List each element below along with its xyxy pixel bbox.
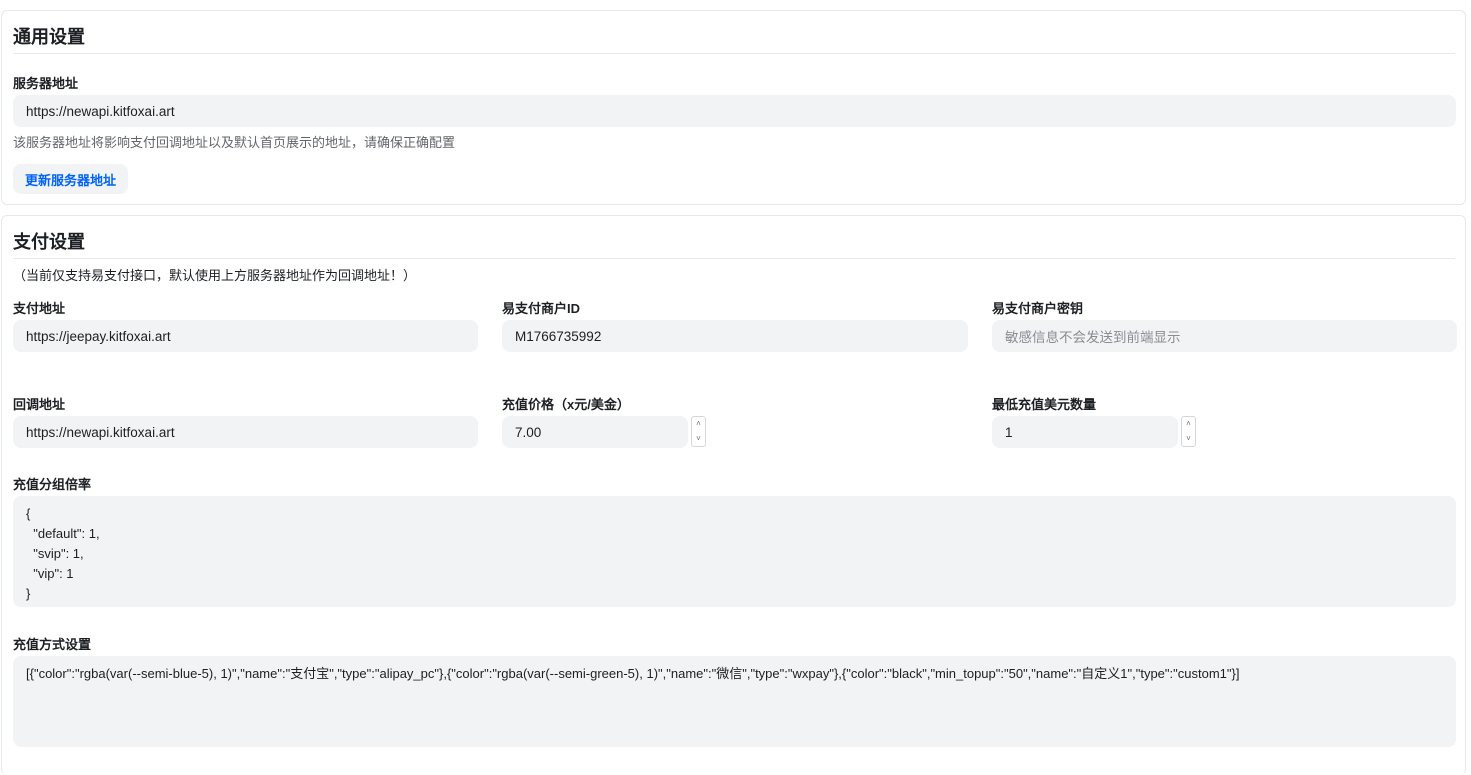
topup-methods-textarea[interactable]: [{"color":"rgba(var(--semi-blue-5), 1)",… <box>13 656 1456 747</box>
general-settings-divider <box>13 53 1455 54</box>
payment-settings-divider <box>13 258 1455 259</box>
payment-settings-title: 支付设置 <box>13 232 85 252</box>
merchant-key-label: 易支付商户密钥 <box>992 301 1084 316</box>
server-address-label: 服务器地址 <box>13 76 79 91</box>
pay-address-input[interactable]: https://jeepay.kitfoxai.art <box>13 320 478 352</box>
update-server-address-button[interactable]: 更新服务器地址 <box>13 164 129 194</box>
payment-note: （当前仅支持易支付接口，默认使用上方服务器地址作为回调地址！） <box>13 268 417 283</box>
topup-price-label: 充值价格（x元/美金） <box>502 397 630 412</box>
topup-methods-label: 充值方式设置 <box>13 637 92 652</box>
min-topup-label: 最低充值美元数量 <box>992 397 1097 412</box>
group-ratio-textarea[interactable]: { "default": 1, "svip": 1, "vip": 1 } <box>13 496 1456 607</box>
payment-settings-card: 支付设置 （当前仅支持易支付接口，默认使用上方服务器地址作为回调地址！） 支付地… <box>1 215 1466 775</box>
server-address-input[interactable]: https://newapi.kitfoxai.art <box>13 95 1456 127</box>
min-topup-stepper[interactable]: ˄ ˅ <box>1181 416 1196 447</box>
pay-address-label: 支付地址 <box>13 301 66 316</box>
general-settings-title: 通用设置 <box>13 27 85 47</box>
chevron-down-icon[interactable]: ˅ <box>1182 432 1195 447</box>
merchant-id-input[interactable]: M1766735992 <box>502 320 968 352</box>
chevron-up-icon[interactable]: ˄ <box>1182 417 1195 432</box>
general-settings-card: 通用设置 服务器地址 https://newapi.kitfoxai.art 该… <box>1 10 1466 205</box>
topup-price-stepper[interactable]: ˄ ˅ <box>691 416 706 447</box>
group-ratio-label: 充值分组倍率 <box>13 477 92 492</box>
callback-address-label: 回调地址 <box>13 397 66 412</box>
merchant-key-input[interactable]: 敏感信息不会发送到前端显示 <box>992 320 1457 352</box>
chevron-down-icon[interactable]: ˅ <box>692 432 705 447</box>
merchant-id-label: 易支付商户ID <box>502 301 581 316</box>
min-topup-input[interactable]: 1 <box>992 416 1178 448</box>
chevron-up-icon[interactable]: ˄ <box>692 417 705 432</box>
topup-price-input[interactable]: 7.00 <box>502 416 688 448</box>
server-address-hint: 该服务器地址将影响支付回调地址以及默认首页展示的地址，请确保正确配置 <box>13 135 456 150</box>
callback-address-input[interactable]: https://newapi.kitfoxai.art <box>13 416 478 448</box>
